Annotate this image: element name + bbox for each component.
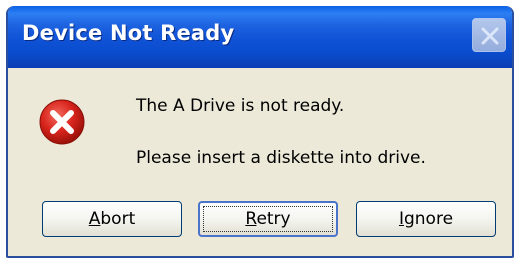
abort-label-rest: bort (100, 209, 136, 229)
dialog-title: Device Not Ready (22, 21, 235, 45)
focus-ring (203, 206, 333, 232)
ignore-label-rest: gnore (403, 209, 454, 229)
message-line-1: The A Drive is not ready. (136, 96, 345, 116)
close-icon (481, 27, 499, 45)
message-line-2: Please insert a diskette into drive. (136, 148, 426, 168)
ignore-button[interactable]: Ignore (356, 201, 496, 237)
abort-mnemonic: A (88, 209, 101, 229)
close-button[interactable] (472, 18, 506, 52)
dialog-body: The A Drive is not ready. Please insert … (8, 68, 512, 256)
dialog-window: Device Not Ready The A Drive is not read… (6, 6, 514, 258)
error-icon (39, 99, 85, 145)
titlebar[interactable]: Device Not Ready (8, 6, 512, 68)
abort-button[interactable]: Abort (42, 201, 182, 237)
retry-button[interactable]: Retry (198, 201, 338, 237)
